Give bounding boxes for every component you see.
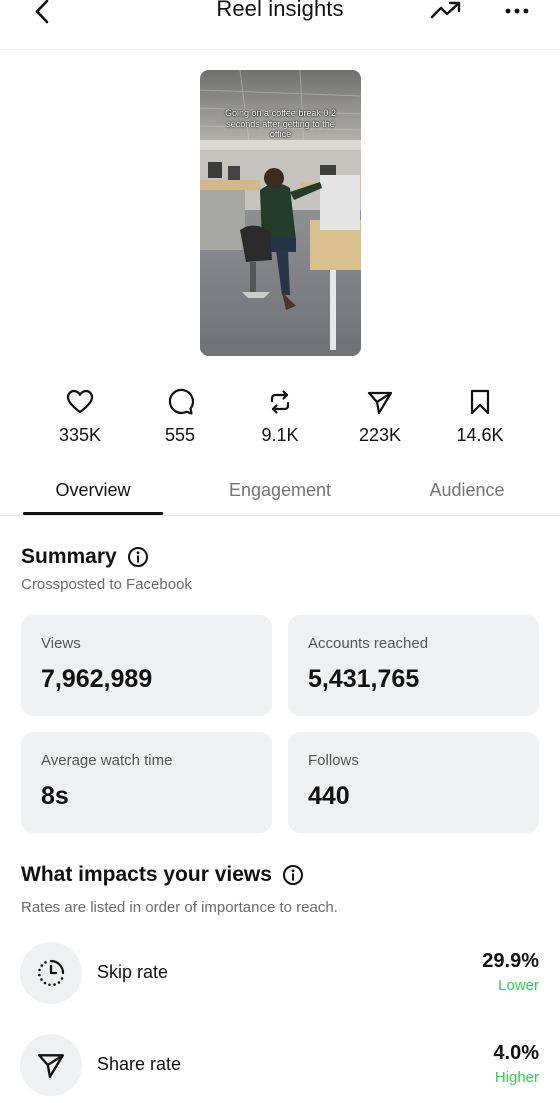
insights-tabs: Overview Engagement Audience <box>0 465 560 516</box>
metric-share-rate-value: 4.0% <box>493 1042 539 1064</box>
stat-comments[interactable]: 555 <box>130 385 230 451</box>
card-follows-label: Follows <box>308 752 359 769</box>
metric-skip-rate-value: 29.9% <box>482 950 539 972</box>
metric-share-rate-icon-wrap <box>20 1034 82 1096</box>
reel-thumbnail[interactable]: Going on a coffee break 0.2 seconds afte… <box>200 70 361 356</box>
trend-button[interactable] <box>426 0 466 28</box>
card-accounts-reached: Accounts reached 5,431,765 <box>288 615 539 716</box>
card-views-label: Views <box>41 635 81 652</box>
impacts-title: What impacts your views <box>21 863 272 886</box>
card-accounts-reached-value: 5,431,765 <box>308 665 420 693</box>
card-views: Views 7,962,989 <box>21 615 272 716</box>
page-title: Reel insights <box>216 0 344 21</box>
impacts-subtitle: Rates are listed in order of importance … <box>21 899 338 916</box>
stat-likes[interactable]: 335K <box>30 385 130 451</box>
metric-skip-rate-icon-wrap <box>20 942 82 1004</box>
stat-saves[interactable]: 14.6K <box>430 385 530 451</box>
stat-likes-value: 335K <box>58 425 102 445</box>
tab-engagement[interactable]: Engagement <box>210 465 350 515</box>
stat-comments-value: 555 <box>164 425 196 445</box>
info-icon[interactable] <box>282 864 304 886</box>
metric-skip-rate-name: Skip rate <box>97 962 169 982</box>
clock-dotted-icon <box>38 959 65 987</box>
stat-reposts-value: 9.1K <box>261 425 299 445</box>
stat-shares[interactable]: 223K <box>330 385 430 451</box>
card-follows: Follows 440 <box>288 732 539 833</box>
info-icon[interactable] <box>127 546 149 568</box>
summary-subtitle: Crossposted to Facebook <box>21 576 192 593</box>
card-average-watch-time-label: Average watch time <box>41 752 173 769</box>
header-bar: Reel insights <box>0 0 560 50</box>
engagement-stats: 335K 555 9.1K 223K 14.6K <box>0 385 560 455</box>
bookmark-icon <box>466 388 494 416</box>
more-horizontal-icon <box>505 8 529 14</box>
reel-caption: Going on a coffee break 0.2 seconds afte… <box>225 108 336 139</box>
more-button[interactable] <box>498 0 536 28</box>
summary-title: Summary <box>21 545 117 568</box>
metric-skip-rate[interactable]: Skip rate 29.9% Lower <box>0 942 560 1004</box>
stat-saves-value: 14.6K <box>456 425 504 445</box>
card-average-watch-time-value: 8s <box>41 782 69 810</box>
card-accounts-reached-label: Accounts reached <box>308 635 429 652</box>
comment-icon <box>166 388 194 416</box>
share-icon <box>38 1054 64 1078</box>
card-average-watch-time: Average watch time 8s <box>21 732 272 833</box>
tab-audience[interactable]: Audience <box>397 465 537 515</box>
trending-up-icon <box>430 1 461 19</box>
metric-share-rate-comparison: Higher <box>494 1069 539 1086</box>
stat-reposts[interactable]: 9.1K <box>230 385 330 451</box>
tab-overview[interactable]: Overview <box>23 465 163 515</box>
active-tab-indicator <box>23 512 163 515</box>
share-icon <box>366 388 394 416</box>
summary-heading: Summary <box>21 545 149 569</box>
impacts-heading: What impacts your views <box>21 863 304 887</box>
metric-skip-rate-comparison: Lower <box>498 977 539 994</box>
card-views-value: 7,962,989 <box>41 665 153 693</box>
heart-icon <box>66 388 94 416</box>
stat-shares-value: 223K <box>358 425 402 445</box>
metric-share-rate[interactable]: Share rate 4.0% Higher <box>0 1034 560 1096</box>
metric-share-rate-name: Share rate <box>97 1054 182 1074</box>
repost-icon <box>266 388 294 416</box>
card-follows-value: 440 <box>308 782 350 810</box>
